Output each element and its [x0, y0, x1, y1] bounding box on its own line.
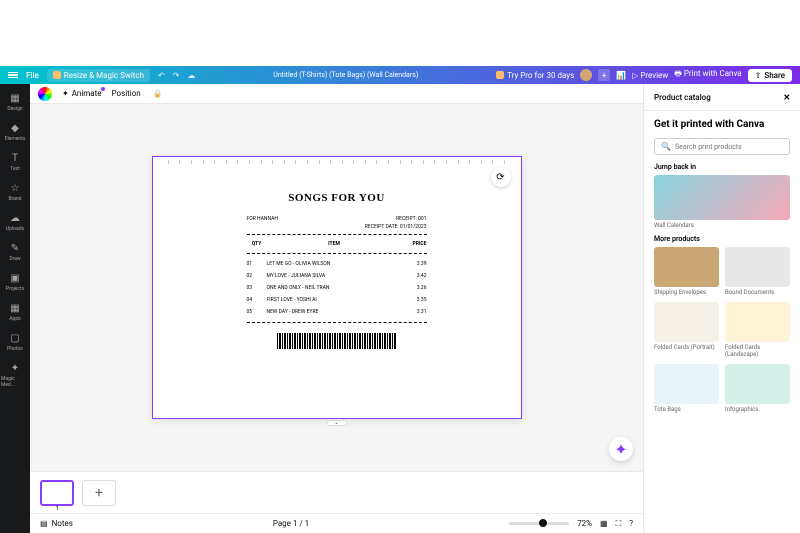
product-wall-calendars[interactable]: Wall Calendars [654, 175, 790, 229]
zoom-value[interactable]: 72% [577, 519, 592, 528]
receipt-for: FOR HANNAH [247, 216, 278, 222]
help-icon[interactable]: ? [629, 519, 633, 528]
add-page-button[interactable]: + [82, 480, 116, 506]
product-thumbnail [725, 302, 790, 342]
receipt-design[interactable]: SONGS FOR YOU FOR HANNAH RECEIPT: 001 REC… [247, 192, 427, 349]
product-thumbnail [654, 247, 719, 287]
product-item[interactable]: Infographics [725, 364, 790, 413]
sidebar-item-magic[interactable]: ✦Magic Med... [1, 358, 29, 392]
elements-icon: ◆ [9, 122, 21, 134]
fullscreen-icon[interactable]: ⛶ [616, 519, 622, 529]
crown-icon [496, 71, 504, 79]
left-sidebar: ▦Design ◆Elements TText ☆Brand ☁Uploads … [0, 84, 30, 533]
receipt-row: 02MY LOVE - JULIANA SILVA3.42 [247, 270, 427, 282]
search-icon: 🔍 [661, 142, 671, 151]
print-button[interactable]: 🖶 Print with Canva [674, 68, 741, 82]
receipt-date: RECEIPT DATE: 01/01/2023 [365, 224, 427, 230]
analytics-icon[interactable]: 📊 [616, 71, 626, 80]
magic-button[interactable]: ✦ [609, 437, 633, 461]
design-canvas[interactable]: ⟳ SONGS FOR YOU FOR HANNAH RECEIPT: 001 R… [152, 156, 522, 419]
receipt-row: 03ONE AND ONLY - NEIL TRAN3.26 [247, 282, 427, 294]
product-thumbnail [654, 175, 790, 220]
top-bar: File Resize & Magic Switch ↶ ↷ ☁ Untitle… [0, 66, 800, 84]
product-thumbnail [725, 364, 790, 404]
product-item[interactable]: Shipping Envelopes [654, 247, 719, 296]
receipt-number: RECEIPT: 001 [396, 216, 426, 222]
product-thumbnail [725, 247, 790, 287]
canvas-area[interactable]: ⟳ SONGS FOR YOU FOR HANNAH RECEIPT: 001 R… [30, 104, 643, 471]
brand-icon: ☆ [9, 182, 21, 194]
menu-icon[interactable] [8, 72, 18, 79]
panel-header: Product catalog [654, 93, 711, 102]
product-item[interactable]: Folded Cards (Landscape) [725, 302, 790, 358]
color-picker[interactable] [38, 87, 52, 101]
share-button[interactable]: ⇧ Share [748, 69, 792, 82]
sync-button[interactable]: ⟳ [491, 167, 511, 187]
expand-handle[interactable]: ⌄ [327, 420, 347, 426]
sidebar-item-brand[interactable]: ☆Brand [1, 178, 29, 206]
design-icon: ▦ [9, 92, 21, 104]
document-title[interactable]: Untitled (T-Shirts) (Tote Bags) (Wall Ca… [195, 71, 496, 79]
try-pro-button[interactable]: Try Pro for 30 days [496, 71, 574, 80]
sidebar-item-photos[interactable]: ▢Photos [1, 328, 29, 356]
uploads-icon: ☁ [9, 212, 21, 224]
cloud-icon[interactable]: ☁ [187, 71, 195, 80]
file-menu[interactable]: File [26, 71, 39, 80]
sidebar-item-elements[interactable]: ◆Elements [1, 118, 29, 146]
sidebar-item-uploads[interactable]: ☁Uploads [1, 208, 29, 236]
receipt-title: SONGS FOR YOU [247, 192, 427, 204]
avatar[interactable] [580, 69, 592, 81]
sidebar-item-design[interactable]: ▦Design [1, 88, 29, 116]
product-item[interactable]: Tote Bags [654, 364, 719, 413]
close-icon[interactable]: × [784, 90, 790, 104]
receipt-row: 01LET ME GO - OLIVIA WILSON3.39 [247, 258, 427, 270]
sidebar-item-projects[interactable]: ▣Projects [1, 268, 29, 296]
redo-icon[interactable]: ↷ [173, 71, 180, 80]
notes-button[interactable]: ▤ Notes [40, 519, 73, 528]
animate-button[interactable]: ✦ Animate [62, 89, 102, 98]
product-item[interactable]: Folded Cards (Portrait) [654, 302, 719, 358]
sidebar-item-draw[interactable]: ✎Draw [1, 238, 29, 266]
receipt-header: QTYITEMPRICE [247, 239, 427, 249]
search-input[interactable]: 🔍 [654, 138, 790, 155]
undo-icon[interactable]: ↶ [158, 71, 165, 80]
product-thumbnail [654, 364, 719, 404]
photos-icon: ▢ [9, 332, 21, 344]
position-button[interactable]: Position [112, 89, 141, 98]
ruler [163, 160, 511, 168]
projects-icon: ▣ [9, 272, 21, 284]
receipt-row: 04FIRST LOVE - YOSHI AI3.35 [247, 294, 427, 306]
sidebar-item-text[interactable]: TText [1, 148, 29, 176]
page-thumbnail[interactable] [40, 480, 74, 506]
barcode [277, 333, 397, 349]
lock-icon[interactable]: 🔒 [153, 89, 163, 98]
section-jump-back: Jump back in [654, 163, 790, 171]
panel-title: Get it printed with Canva [654, 119, 790, 130]
product-item[interactable]: Bound Documents [725, 247, 790, 296]
grid-view-icon[interactable]: ▦ [600, 519, 608, 528]
section-more-products: More products [654, 235, 790, 243]
add-member-button[interactable]: + [598, 69, 610, 81]
apps-icon: ▦ [9, 302, 21, 314]
text-icon: T [9, 152, 21, 164]
product-thumbnail [654, 302, 719, 342]
draw-icon: ✎ [9, 242, 21, 254]
page-strip: + [30, 471, 643, 513]
zoom-slider[interactable] [509, 522, 569, 525]
search-field[interactable] [675, 143, 783, 151]
bottom-bar: ▤ Notes Page 1 / 1 72% ▦ ⛶ ? [30, 513, 643, 533]
editor-toolbar: ✦ Animate Position 🔒 [30, 84, 643, 104]
resize-button[interactable]: Resize & Magic Switch [47, 69, 150, 82]
sidebar-item-apps[interactable]: ▦Apps [1, 298, 29, 326]
page-indicator[interactable]: Page 1 / 1 [73, 519, 509, 528]
crown-icon [53, 71, 61, 79]
magic-icon: ✦ [9, 362, 21, 374]
product-catalog-panel: Product catalog × Get it printed with Ca… [643, 84, 800, 533]
preview-button[interactable]: ▷ Preview [632, 71, 668, 80]
receipt-row: 05NEW DAY - DREW EYRE3.31 [247, 306, 427, 318]
